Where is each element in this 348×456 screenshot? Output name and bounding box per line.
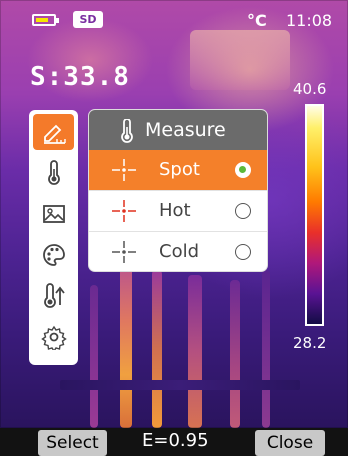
side-item-measure[interactable] [33,114,74,150]
thermometer-icon [121,119,133,143]
battery-level [36,18,48,22]
cold-crosshair-icon [112,241,136,263]
scale-min-temp: 28.2 [293,334,327,352]
measure-popup-title: Measure [145,119,226,141]
temperature-unit: °C [247,11,267,30]
option-cold-radio[interactable] [235,244,251,260]
option-hot-label: Hot [159,200,191,221]
gear-icon [40,325,67,350]
clock: 11:08 [286,11,333,30]
side-item-thermometer-up[interactable] [33,278,74,314]
scale-max-temp: 40.6 [293,80,327,98]
battery-icon [32,14,59,26]
measure-popup: Measure Spot Hot Cold [88,109,268,272]
palette-icon [42,244,65,266]
option-spot-label: Spot [159,159,200,180]
measure-icon [43,124,66,144]
option-spot-radio[interactable] [235,162,251,178]
close-button[interactable]: Close [255,430,325,456]
side-item-settings[interactable] [33,319,74,355]
option-hot-radio[interactable] [235,203,251,219]
spot-crosshair-icon [112,159,136,181]
thermometer-icon [47,160,60,185]
measure-popup-header: Measure [89,110,267,150]
spot-temperature-reading: S:33.8 [30,62,130,92]
side-item-palette[interactable] [33,237,74,273]
option-cold-label: Cold [159,241,200,262]
emissivity-value: E=0.95 [142,430,209,451]
image-icon [42,205,65,223]
hot-crosshair-icon [112,200,136,222]
select-button[interactable]: Select [38,430,107,456]
option-spot[interactable]: Spot [89,150,267,190]
side-item-image[interactable] [33,196,74,232]
color-scale-bar [305,104,324,326]
option-hot[interactable]: Hot [89,191,267,231]
sd-card-badge: SD [73,11,103,28]
side-item-thermometer[interactable] [33,155,74,191]
option-cold[interactable]: Cold [89,232,267,271]
thermometer-up-icon [43,283,65,308]
side-menu [29,110,78,365]
